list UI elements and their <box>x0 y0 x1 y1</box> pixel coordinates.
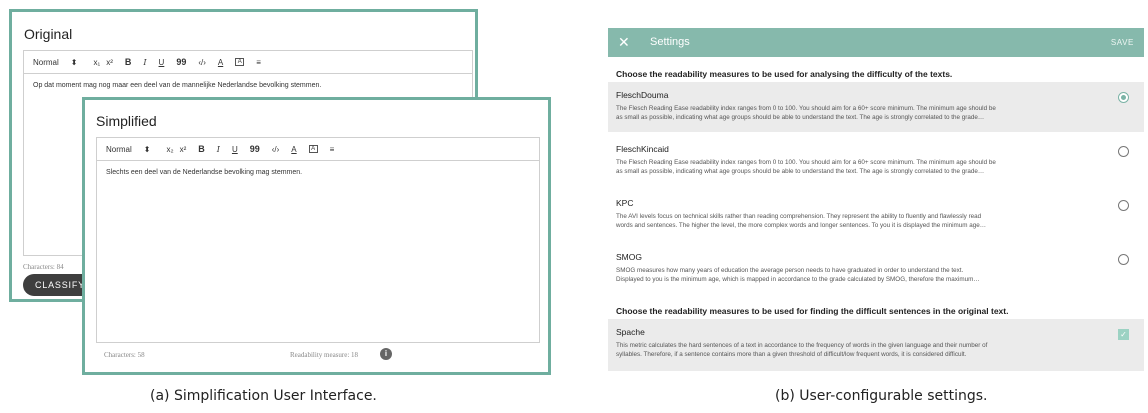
italic-button[interactable]: I <box>217 145 220 154</box>
info-icon[interactable]: i <box>380 348 392 360</box>
measure-option[interactable]: KPC The AVI levels focus on technical sk… <box>608 190 1144 240</box>
close-icon[interactable]: ✕ <box>618 34 630 51</box>
code-button[interactable]: ‹/› <box>198 58 206 67</box>
align-button[interactable]: ≡ <box>330 145 335 154</box>
measure-description: The Flesch Reading Ease readability inde… <box>616 159 996 166</box>
simplified-text[interactable]: Slechts een deel van de Nederlandse bevo… <box>97 161 539 184</box>
simplified-toolbar: Normal ⬍ x₂ x² B I U 99 ‹/› A A ≡ <box>97 138 539 161</box>
bold-button[interactable]: B <box>125 57 132 67</box>
readability-measure: Readability measure: 18 <box>290 351 359 359</box>
measure-description: The AVI levels focus on technical skills… <box>616 213 982 220</box>
highlight-button[interactable]: A <box>308 145 318 153</box>
original-char-count: Characters: 84 <box>23 263 64 271</box>
underline-button[interactable]: U <box>159 58 165 67</box>
font-color-button[interactable]: A <box>218 58 223 67</box>
measure-description: This metric calculates the hard sentence… <box>616 342 988 349</box>
align-button[interactable]: ≡ <box>256 58 261 67</box>
subscript-button[interactable]: x₂ <box>166 145 173 154</box>
simplified-panel: Simplified Normal ⬍ x₂ x² B I U 99 ‹/› A… <box>82 97 551 375</box>
section-heading-sentences: Choose the readability measures to be us… <box>616 306 1009 316</box>
measure-description: as small as possible, indicating what ag… <box>616 168 985 175</box>
caption-a: (a) Simplification User Interface. <box>150 388 377 404</box>
radio-button[interactable] <box>1118 254 1129 265</box>
style-select[interactable]: Normal <box>106 145 132 154</box>
style-select[interactable]: Normal <box>33 58 59 67</box>
measure-name: KPC <box>616 198 634 208</box>
select-arrow-icon[interactable]: ⬍ <box>71 58 78 67</box>
font-color-button[interactable]: A <box>291 145 296 154</box>
superscript-button[interactable]: x² <box>106 58 113 67</box>
caption-b: (b) User-configurable settings. <box>775 388 988 404</box>
original-title: Original <box>24 26 73 42</box>
highlight-button[interactable]: A <box>235 58 245 66</box>
simplified-char-count: Characters: 58 <box>104 351 145 359</box>
superscript-button[interactable]: x² <box>180 145 187 154</box>
italic-button[interactable]: I <box>143 58 146 67</box>
save-button[interactable]: SAVE <box>1111 38 1134 47</box>
code-button[interactable]: ‹/› <box>272 145 280 154</box>
spache-option[interactable]: Spache This metric calculates the hard s… <box>608 319 1144 371</box>
section-heading-analysis: Choose the readability measures to be us… <box>616 69 953 79</box>
settings-title: Settings <box>650 36 690 48</box>
measure-name: Spache <box>616 327 645 337</box>
quote-button[interactable]: 99 <box>250 144 260 154</box>
measure-description: Displayed to you is the minimum age, whi… <box>616 276 980 283</box>
simplified-title: Simplified <box>96 113 157 129</box>
measure-option[interactable]: FleschKincaid The Flesch Reading Ease re… <box>608 136 1144 186</box>
measure-name: FleschDouma <box>616 90 669 100</box>
bold-button[interactable]: B <box>198 144 205 154</box>
radio-button[interactable] <box>1118 146 1129 157</box>
radio-button[interactable] <box>1118 200 1129 211</box>
radio-button[interactable] <box>1118 92 1129 103</box>
select-arrow-icon[interactable]: ⬍ <box>144 145 151 154</box>
original-toolbar: Normal ⬍ x₁ x² B I U 99 ‹/› A A ≡ <box>24 51 472 74</box>
measure-name: FleschKincaid <box>616 144 669 154</box>
subscript-button[interactable]: x₁ <box>93 58 100 67</box>
settings-dialog: ✕ Settings SAVE Choose the readability m… <box>608 28 1144 371</box>
measure-description: The Flesch Reading Ease readability inde… <box>616 105 996 112</box>
underline-button[interactable]: U <box>232 145 238 154</box>
simplified-editor[interactable]: Normal ⬍ x₂ x² B I U 99 ‹/› A A ≡ Slecht… <box>96 137 540 343</box>
measure-option[interactable]: SMOG SMOG measures how many years of edu… <box>608 244 1144 294</box>
settings-header: ✕ Settings SAVE <box>608 28 1144 57</box>
measure-description: syllables. Therefore, if a sentence cont… <box>616 351 967 358</box>
measure-name: SMOG <box>616 252 642 262</box>
measure-description: as small as possible, indicating what ag… <box>616 114 985 121</box>
measure-option[interactable]: FleschDouma The Flesch Reading Ease read… <box>608 82 1144 132</box>
checkbox[interactable]: ✓ <box>1118 329 1129 340</box>
original-text[interactable]: Op dat moment mag nog maar een deel van … <box>24 74 472 97</box>
quote-button[interactable]: 99 <box>176 57 186 67</box>
measure-description: SMOG measures how many years of educatio… <box>616 267 964 274</box>
measure-description: words and sentences. The higher the leve… <box>616 222 987 229</box>
